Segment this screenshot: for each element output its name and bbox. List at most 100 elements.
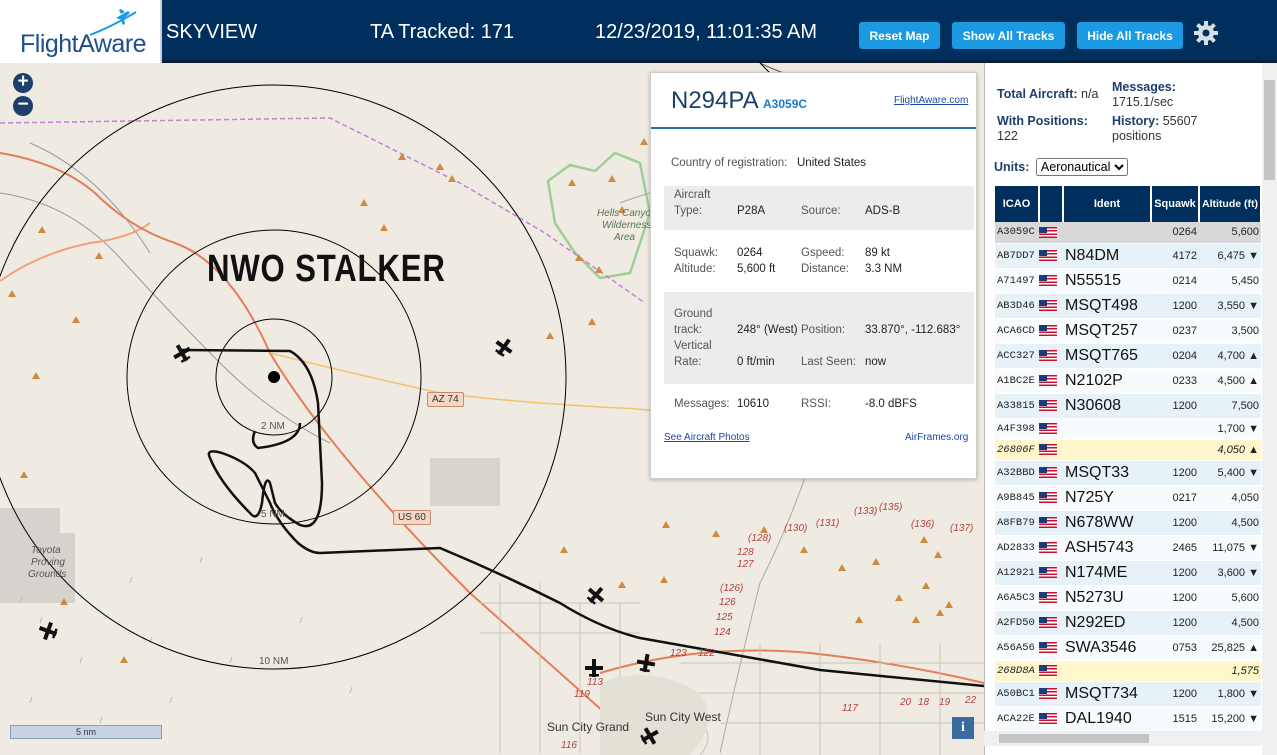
airframes-link[interactable]: AirFrames.org (905, 432, 968, 443)
altitude-cell: 4,500 (1199, 510, 1261, 536)
table-row[interactable]: A71497 N55515 0214 5,450 (995, 268, 1261, 294)
total-aircraft-stat: Total Aircraft: n/a (997, 87, 1099, 101)
hscroll-thumb[interactable] (999, 734, 1149, 743)
squawk-cell (1151, 418, 1199, 440)
us-flag-icon (1039, 517, 1057, 529)
table-header-row: ICAO Ident Squawk Altitude (ft) (995, 186, 1262, 222)
icao-cell: A9B845 (995, 485, 1039, 511)
ident-cell: MSQT765 (1063, 343, 1151, 369)
reset-map-button[interactable]: Reset Map (859, 22, 940, 49)
zoom-in-button[interactable]: + (13, 72, 33, 93)
col-squawk[interactable]: Squawk (1151, 186, 1200, 222)
icao-cell: ACC327 (995, 343, 1039, 369)
table-row[interactable]: A50BC1 MSQT734 1200 1,800 ▼ (995, 681, 1261, 707)
altitude-cell: 4,500 (1199, 610, 1261, 636)
table-row[interactable]: AD2833 ASH5743 2465 11,075 ▼ (995, 535, 1261, 561)
icao-cell: ACA22E (995, 706, 1039, 732)
flag-cell (1039, 268, 1063, 294)
table-row[interactable]: ACC327 MSQT765 0204 4,700 ▲ (995, 343, 1261, 369)
units-select[interactable]: Aeronautical (1035, 158, 1128, 176)
table-row[interactable]: A9B845 N725Y 0217 4,050 (995, 485, 1261, 511)
flag-cell (1039, 510, 1063, 536)
ident-cell: N678WW (1063, 510, 1151, 536)
icao-cell: ACA6CD (995, 318, 1039, 344)
track-label: 123 (670, 648, 687, 659)
table-row[interactable]: A3059C 0264 5,600 (995, 222, 1261, 244)
us-flag-icon (1039, 688, 1057, 700)
table-row[interactable]: 268D8A 1,575 (995, 660, 1261, 682)
positions-stat: With Positions: 122 (997, 114, 1088, 143)
col-icao[interactable]: ICAO (995, 186, 1040, 222)
icao-cell: AB3D46 (995, 293, 1039, 319)
hide-all-tracks-button[interactable]: Hide All Tracks (1077, 22, 1183, 49)
show-all-tracks-button[interactable]: Show All Tracks (952, 22, 1065, 49)
table-row[interactable]: A1BC2E N2102P 0233 4,500 ▲ (995, 368, 1261, 394)
squawk-cell: 1515 (1151, 706, 1199, 732)
col-flag[interactable] (1039, 186, 1064, 222)
table-row[interactable]: A4F398 1,700 ▼ (995, 418, 1261, 440)
table-row[interactable]: A8FB79 N678WW 1200 4,500 (995, 510, 1261, 536)
vertical-scrollbar[interactable] (1262, 63, 1277, 755)
squawk-cell: 4172 (1151, 243, 1199, 269)
popup-messages-row: Messages: 10610 RSSI: -8.0 dBFS (674, 398, 917, 410)
altitude-cell: 4,050 (1199, 485, 1261, 511)
ident-cell: ASH5743 (1063, 535, 1151, 561)
track-label: (126) (720, 583, 744, 594)
squawk-cell: 1200 (1151, 393, 1199, 419)
altitude-cell: 1,700 ▼ (1199, 418, 1261, 440)
squawk-cell: 2465 (1151, 535, 1199, 561)
ident-cell: N725Y (1063, 485, 1151, 511)
gear-icon[interactable] (1193, 20, 1219, 46)
table-row[interactable]: A33815 N30608 1200 7,500 (995, 393, 1261, 419)
see-aircraft-photos-link[interactable]: See Aircraft Photos (664, 432, 750, 443)
track-label: (131) (816, 518, 840, 529)
popup-divider (651, 127, 976, 129)
icao-cell: 268D8A (995, 660, 1039, 682)
flag-cell (1039, 660, 1063, 682)
flag-cell (1039, 585, 1063, 611)
col-altitude[interactable]: Altitude (ft) (1199, 186, 1262, 222)
table-row[interactable]: AB7DD7 N84DM 4172 6,475 ▼ (995, 243, 1261, 269)
scrollbar-thumb[interactable] (1264, 80, 1275, 180)
ident-cell: N2102P (1063, 368, 1151, 394)
flag-cell (1039, 560, 1063, 586)
track-label: (130) (784, 523, 808, 534)
table-row[interactable]: A32BBD MSQT33 1200 5,400 ▼ (995, 460, 1261, 486)
table-row[interactable]: A2FD50 N292ED 1200 4,500 (995, 610, 1261, 636)
flightaware-link[interactable]: FlightAware.com (894, 95, 968, 106)
table-row[interactable]: ACA6CD MSQT257 0237 3,500 (995, 318, 1261, 344)
flag-cell (1039, 485, 1063, 511)
info-icon[interactable]: i (952, 717, 974, 739)
table-row[interactable]: ACA22E DAL1940 1515 15,200 ▼ (995, 706, 1261, 732)
clock: 12/23/2019, 11:01:35 AM (595, 21, 818, 43)
zoom-out-button[interactable]: − (13, 95, 33, 116)
overlay-caption: NWO STALKER (207, 248, 446, 290)
horizontal-scrollbar[interactable] (984, 731, 1262, 746)
icao-cell: A3059C (995, 222, 1039, 244)
table-row[interactable]: A12921 N174ME 1200 3,600 ▼ (995, 560, 1261, 586)
flag-cell (1039, 393, 1063, 419)
track-label: 18 (918, 697, 930, 708)
ident-cell: MSQT498 (1063, 293, 1151, 319)
us-flag-icon (1039, 275, 1057, 287)
popup-registration: N294PA (671, 87, 759, 114)
altitude-cell: 1,800 ▼ (1199, 681, 1261, 707)
scale-bar: 5 nm (10, 725, 162, 739)
popup-country-row: Country of registration: United States (671, 157, 867, 169)
flag-cell (1039, 535, 1063, 561)
track-label: (133) (854, 506, 878, 517)
aircraft-list-panel: Total Aircraft: n/a Messages: 1715.1/sec … (984, 63, 1277, 755)
squawk-cell: 0214 (1151, 268, 1199, 294)
altitude-cell: 1,575 (1199, 660, 1261, 682)
table-row[interactable]: 26806F 4,050 ▲ (995, 439, 1261, 461)
table-row[interactable]: A56A56 SWA3546 0753 25,825 ▲ (995, 635, 1261, 661)
squawk-cell: 1200 (1151, 610, 1199, 636)
col-ident[interactable]: Ident (1063, 186, 1152, 222)
table-row[interactable]: AB3D46 MSQT498 1200 3,550 ▼ (995, 293, 1261, 319)
sun-city-grand-label: Sun City Grand (547, 720, 630, 734)
aircraft-table-body: A3059C 0264 5,600 AB7DD7 N84DM 4172 6,475 ▼ A71… (995, 222, 1261, 732)
flightaware-logo[interactable]: FlightAware (0, 0, 162, 63)
icao-cell: A2FD50 (995, 610, 1039, 636)
table-row[interactable]: A6A5C3 N5273U 1200 5,600 (995, 585, 1261, 611)
icao-cell: A1BC2E (995, 368, 1039, 394)
